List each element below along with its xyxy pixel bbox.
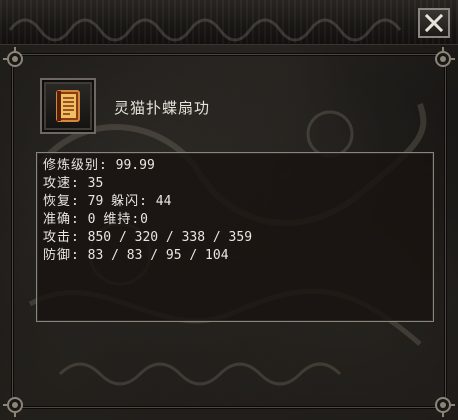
stat-defense: 防御: 83 / 83 / 95 / 104 <box>43 247 433 265</box>
stat-value: 44 <box>155 194 172 209</box>
close-button[interactable] <box>418 8 450 38</box>
stat-value: 850 / 320 / 338 / 359 <box>87 230 253 245</box>
stat-label: 防御: <box>43 248 80 263</box>
close-icon <box>425 14 443 32</box>
title-bar[interactable] <box>0 0 458 45</box>
skill-info-window: 灵猫扑蝶扇功 修炼级别: 99.99 攻速: 35 恢复: 79 躲闪: 44 … <box>0 0 458 420</box>
stat-label: 准确: <box>43 212 80 227</box>
stat-label: 躲闪: <box>111 194 148 209</box>
stat-value: 0 <box>87 212 96 227</box>
skill-name: 灵猫扑蝶扇功 <box>114 99 211 117</box>
stat-attack-speed: 攻速: 35 <box>43 175 433 193</box>
stat-accuracy-sustain: 准确: 0 维持:0 <box>43 211 433 229</box>
stat-label: 修炼级别: <box>43 158 108 173</box>
stat-label: 恢复: <box>43 194 80 209</box>
stat-value: 0 <box>140 212 148 227</box>
stat-label: 维持: <box>103 212 141 227</box>
stat-value: 99.99 <box>115 158 155 173</box>
skill-icon-slot[interactable] <box>40 78 96 134</box>
stat-label: 攻速: <box>43 176 80 191</box>
stat-value: 83 / 83 / 95 / 104 <box>87 248 229 263</box>
stat-level: 修炼级别: 99.99 <box>43 157 433 175</box>
stat-attack: 攻击: 850 / 320 / 338 / 359 <box>43 229 433 247</box>
stat-value: 79 <box>87 194 104 209</box>
corner-ornament <box>435 397 455 417</box>
stat-recovery-dodge: 恢复: 79 躲闪: 44 <box>43 193 433 211</box>
stat-label: 攻击: <box>43 230 80 245</box>
book-icon <box>56 90 80 122</box>
title-ornament <box>8 18 402 42</box>
corner-ornament <box>435 47 455 67</box>
corner-ornament <box>3 47 23 67</box>
stats-panel: 修炼级别: 99.99 攻速: 35 恢复: 79 躲闪: 44 准确: 0 维… <box>36 152 434 322</box>
stat-value: 35 <box>87 176 104 191</box>
corner-ornament <box>3 397 23 417</box>
